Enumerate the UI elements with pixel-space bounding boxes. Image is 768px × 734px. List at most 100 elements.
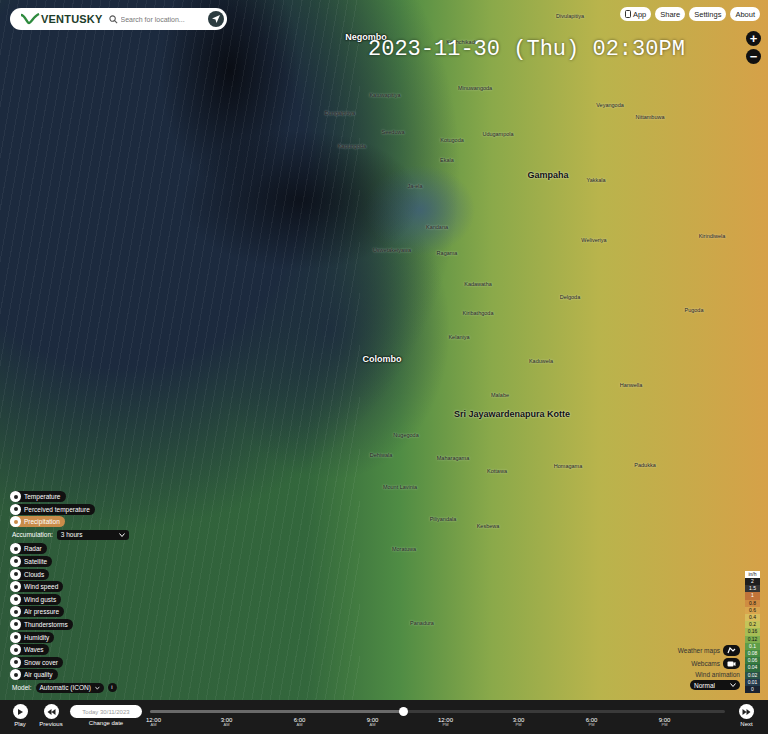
top-menu-button[interactable]: App xyxy=(620,7,651,21)
place-label: Hanwella xyxy=(620,382,643,388)
time-tick: 3:00 AM xyxy=(190,717,263,727)
previous-button[interactable] xyxy=(44,704,59,719)
place-label: Nittambuwa xyxy=(635,114,664,120)
layer-button[interactable]: Snow cover xyxy=(10,657,63,668)
place-label: Ragama xyxy=(437,250,458,256)
side-control[interactable]: Weather maps xyxy=(678,645,740,656)
top-menu-label: Share xyxy=(660,10,680,19)
layer-button[interactable]: Temperature xyxy=(10,491,66,502)
top-menu-label: Settings xyxy=(694,10,721,19)
layer-button[interactable]: Air quality xyxy=(10,669,58,680)
play-button[interactable] xyxy=(13,704,28,719)
place-label: Divulapitiya xyxy=(556,13,584,19)
legend-step: 0.6 xyxy=(745,607,760,614)
place-label: Homagama xyxy=(554,463,582,469)
next-button[interactable] xyxy=(739,704,754,719)
layer-label: Perceived temperature xyxy=(24,506,90,513)
top-menu-button[interactable]: Settings xyxy=(689,7,726,21)
place-label: Veyangoda xyxy=(596,102,624,108)
zoom-button[interactable]: − xyxy=(746,49,761,64)
date-field[interactable]: Today 30/11/2023 xyxy=(70,705,142,718)
place-label: Dungalpitiya xyxy=(325,110,355,116)
layer-icon xyxy=(10,632,21,643)
ventusky-app: NegomboDivulapitiyaKochchikadeKatuwapiti… xyxy=(0,0,768,734)
top-menu-label: App xyxy=(633,10,646,19)
place-label: Uswetakeiyawa xyxy=(373,247,411,253)
next-control[interactable]: Next xyxy=(725,700,768,727)
legend-step: 2 xyxy=(745,578,760,585)
time-tick: 9:00 AM xyxy=(336,717,409,727)
tick-period: PM xyxy=(589,723,595,727)
map-timestamp: 2023-11-30 (Thu) 02:30PM xyxy=(368,37,685,62)
tick-period: PM xyxy=(516,723,522,727)
layer-button[interactable]: Radar xyxy=(10,543,47,554)
camera-icon xyxy=(723,658,740,669)
layer-label: Thunderstorms xyxy=(24,621,68,628)
layer-icon xyxy=(10,669,21,680)
logo[interactable]: VENTUSKY xyxy=(20,13,103,25)
layer-label: Humidity xyxy=(24,634,49,641)
play-control[interactable]: Play xyxy=(0,700,40,727)
layer-button[interactable]: Perceived temperature xyxy=(10,504,95,515)
place-label: Ja-ela xyxy=(408,183,423,189)
layer-button[interactable]: Satellite xyxy=(10,556,52,567)
layer-icon xyxy=(10,491,21,502)
place-label: Panadura xyxy=(410,620,434,626)
date-control[interactable]: Today 30/11/2023 Change date xyxy=(62,700,150,726)
place-label: Katuwapitiya xyxy=(369,92,400,98)
legend-unit: in/h xyxy=(745,571,760,578)
layer-button[interactable]: Wind speed xyxy=(10,581,63,592)
legend-step: 0.2 xyxy=(745,621,760,628)
navigation-arrow-icon xyxy=(211,14,221,24)
layer-button[interactable]: Air pressure xyxy=(10,606,64,617)
tick-period: AM xyxy=(151,723,157,727)
place-label: Kiribathgoda xyxy=(463,310,494,316)
place-label: Pugoda xyxy=(685,307,704,313)
layer-icon xyxy=(10,619,21,630)
chevron-down-icon xyxy=(95,686,100,690)
layer-button[interactable]: Wind gusts xyxy=(10,594,61,605)
weather-map[interactable]: NegomboDivulapitiyaKochchikadeKatuwapiti… xyxy=(0,0,768,734)
layer-button[interactable]: Waves xyxy=(10,644,49,655)
layer-icon xyxy=(10,581,21,592)
top-menu-button[interactable]: About xyxy=(730,7,760,21)
place-label: Ekala xyxy=(440,157,454,163)
model-value: Automatic (ICON) xyxy=(40,684,91,691)
side-control-label: Webcams xyxy=(691,660,720,667)
time-slider-handle[interactable] xyxy=(399,707,408,716)
tick-period: AM xyxy=(224,723,230,727)
model-select[interactable]: Automatic (ICON) xyxy=(36,683,104,693)
side-control-label: Weather maps xyxy=(678,647,720,654)
legend-step: 0.02 xyxy=(745,672,760,679)
layer-label: Precipitation xyxy=(24,518,60,525)
place-label: Sri Jayawardenapura Kotte xyxy=(454,410,570,420)
previous-control[interactable]: Previous xyxy=(40,700,62,727)
legend-step: 0.04 xyxy=(745,664,760,671)
wind-animation-select[interactable]: Normal xyxy=(690,680,740,690)
place-label: Nugegoda xyxy=(393,432,418,438)
legend-step: 0.1 xyxy=(745,643,760,650)
accumulation-select[interactable]: 3 hours xyxy=(57,530,129,540)
side-controls: Weather maps Webcams Wind animation Norm… xyxy=(678,645,740,690)
tick-period: AM xyxy=(370,723,376,727)
search-input[interactable] xyxy=(121,16,203,23)
side-control[interactable]: Webcams xyxy=(691,658,740,669)
place-label: Piliyandala xyxy=(430,516,457,522)
place-label: Udugampola xyxy=(482,131,513,137)
layer-button[interactable]: Clouds xyxy=(10,569,49,580)
legend-step: 0.8 xyxy=(745,600,760,607)
locate-button[interactable] xyxy=(208,11,224,27)
next-label: Next xyxy=(740,721,752,727)
model-info-button[interactable]: i xyxy=(108,683,117,692)
zoom-button[interactable]: + xyxy=(746,31,761,46)
legend-step: 0.16 xyxy=(745,628,760,635)
layer-button[interactable]: Precipitation xyxy=(10,516,65,527)
top-menu-button[interactable]: Share xyxy=(655,7,685,21)
time-slider[interactable]: 12:00 AM3:00 AM6:00 AM9:00 AM12:00 PM3:0… xyxy=(150,700,725,727)
legend-step: 0.4 xyxy=(745,614,760,621)
layer-button[interactable]: Thunderstorms xyxy=(10,619,73,630)
legend-step: 0.08 xyxy=(745,650,760,657)
search-field xyxy=(109,15,203,24)
layer-label: Satellite xyxy=(24,558,47,565)
layer-button[interactable]: Humidity xyxy=(10,632,54,643)
